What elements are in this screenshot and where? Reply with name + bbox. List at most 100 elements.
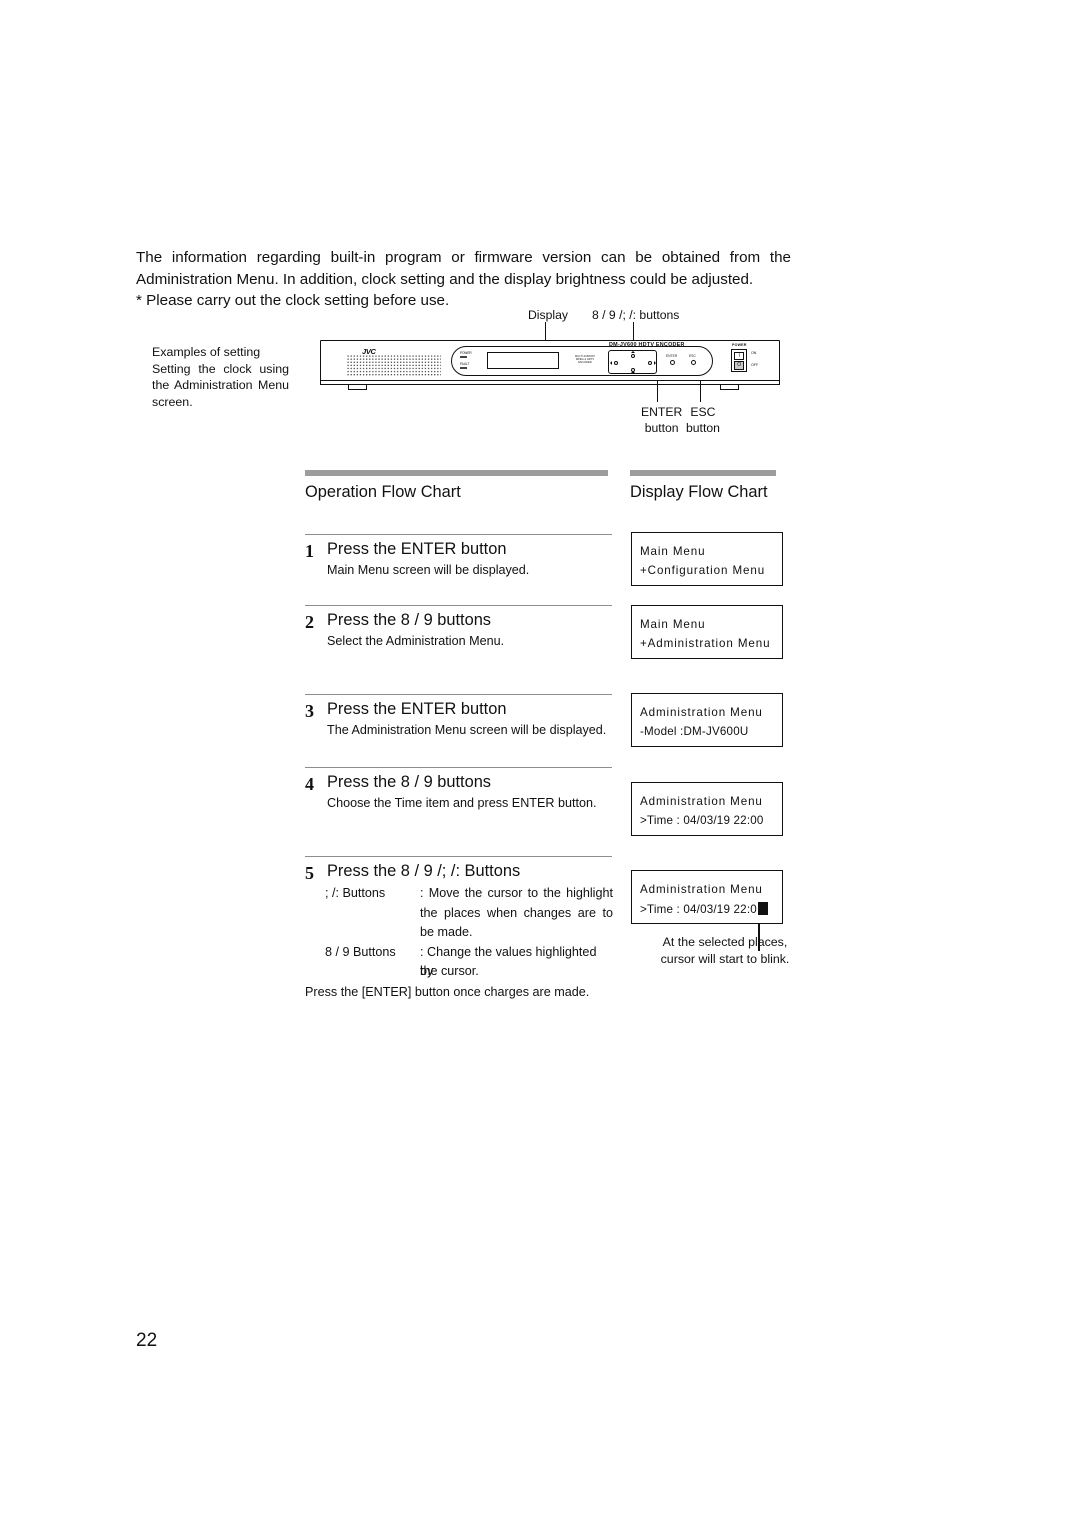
step-5-row-cursor-buttons: ; /: Buttons : Move the cursor to the hi…: [305, 884, 615, 904]
operation-flow-chart-title: Operation Flow Chart: [305, 483, 461, 501]
step-description: The Administration Menu screen will be d…: [327, 723, 607, 737]
display-box-1-line-2: +Configuration Menu: [640, 564, 766, 577]
device-chassis-base: [320, 380, 780, 385]
display-box-2: Main Menu +Administration Menu: [631, 605, 783, 659]
device-lcd-display: [487, 352, 559, 369]
power-led-indicator: [460, 355, 467, 359]
device-format-text: MULTI-FORMAT MPEG-2 HDTV ENCODER: [575, 355, 595, 365]
cursor-caption: At the selected places, cursor will star…: [655, 934, 795, 967]
display-box-2-line-2: +Administration Menu: [640, 637, 771, 650]
display-box-5-line-2-text: >Time : 04/03/19 22:0: [640, 903, 757, 916]
display-box-4-line-1: Administration Menu: [640, 795, 763, 808]
display-box-4: Administration Menu >Time : 04/03/19 22:…: [631, 782, 783, 836]
example-note-line-3: the Administration Menu: [152, 378, 289, 393]
arrow-left-icon: [609, 361, 612, 366]
button-down[interactable]: [631, 368, 635, 372]
display-box-3: Administration Menu -Model :DM-JV600U: [631, 693, 783, 747]
step-divider: [305, 605, 612, 607]
step-5-row-1-value-line-3: be made.: [420, 925, 473, 940]
step-description: Select the Administration Menu.: [327, 634, 505, 648]
step-5-row-1-cont-a: the places when changes are to: [305, 904, 615, 924]
step-divider: [305, 856, 612, 858]
arrow-right-icon: [653, 361, 656, 366]
step-5-row-2-cont: the cursor.: [305, 962, 615, 982]
enter-button-callout-word: button: [644, 421, 679, 435]
display-box-3-line-2: -Model :DM-JV600U: [640, 725, 749, 738]
button-left[interactable]: [614, 361, 618, 365]
button-right[interactable]: [648, 361, 652, 365]
power-rocker-switch[interactable]: I O: [731, 349, 747, 372]
example-note-line-1: Examples of setting: [152, 345, 261, 359]
fault-led-label: FAULT: [460, 362, 470, 366]
display-flow-chart-bar: [630, 470, 776, 476]
step-number: 1: [305, 541, 314, 561]
step-5-row-2-value-line-2: the cursor.: [420, 964, 479, 979]
step-5-row-1-key: ; /: Buttons: [325, 886, 386, 900]
step-5-row-1-value-line-2: the places when changes are to: [420, 905, 613, 920]
step-divider: [305, 767, 612, 769]
display-box-3-line-1: Administration Menu: [640, 706, 763, 719]
step-heading: Press the 8 / 9 buttons: [327, 773, 492, 791]
display-box-2-line-1: Main Menu: [640, 618, 706, 631]
step-divider: [305, 534, 612, 536]
step-5-row-2-key: 8 / 9 Buttons: [325, 944, 396, 959]
callout-buttons-label: 8 / 9 /; /: buttons: [592, 308, 680, 322]
step-heading: Press the ENTER button: [327, 700, 507, 718]
power-switch-label: POWER: [732, 342, 747, 347]
step-5-row-1-cont-b: be made.: [305, 923, 615, 943]
step-number: 3: [305, 701, 314, 721]
step-heading: Press the ENTER button: [327, 540, 507, 558]
blinking-cursor-block: [757, 902, 768, 915]
esc-button-callout-name: ESC: [690, 405, 716, 419]
display-box-5: Administration Menu >Time : 04/03/19 22:…: [631, 870, 783, 924]
enter-button-callout-name: ENTER: [641, 405, 683, 419]
arrow-down-icon: [631, 372, 636, 375]
display-box-4-line-2: >Time : 04/03/19 22:00: [640, 814, 764, 827]
esc-button-callout: ESC button: [686, 404, 720, 436]
arrow-up-icon: [631, 351, 636, 353]
intro-line-1: The information regarding built-in progr…: [136, 249, 791, 266]
cursor-caption-line-1: At the selected places,: [662, 935, 788, 949]
step-5-row-1-value-line-1: : Move the cursor to the highlight: [420, 886, 613, 900]
step-description: Main Menu screen will be displayed.: [327, 563, 530, 577]
esc-button-callout-word: button: [686, 421, 720, 435]
callout-display-label: Display: [528, 308, 568, 322]
vent-grille: [347, 355, 441, 376]
step-number: 5: [305, 863, 314, 883]
step-5-final-note: Press the [ENTER] button once charges ar…: [305, 984, 590, 999]
step-5-row-value-buttons: 8 / 9 Buttons : Change the values highli…: [305, 943, 615, 979]
leader-line-esc: [700, 380, 701, 402]
device-foot-left: [348, 384, 367, 390]
device-foot-right: [720, 384, 739, 390]
power-rocker-off[interactable]: O: [734, 361, 745, 370]
step-number: 4: [305, 774, 314, 794]
step-heading: Press the 8 / 9 /; /: Buttons: [327, 862, 521, 880]
button-up[interactable]: [631, 353, 635, 358]
example-note-line-2: Setting the clock using: [152, 361, 289, 376]
power-on-label: ON: [751, 351, 757, 355]
display-flow-chart-title: Display Flow Chart: [630, 483, 768, 501]
power-off-label: OFF: [751, 363, 759, 367]
power-rocker-on[interactable]: I: [734, 351, 745, 361]
enter-button-callout: ENTER button: [641, 404, 682, 436]
esc-button-panel-label: ESC: [689, 354, 696, 358]
cursor-caption-line-2: cursor will start to blink.: [660, 951, 790, 966]
step-divider: [305, 694, 612, 696]
operation-flow-chart-bar: [305, 470, 608, 476]
page-number: 22: [136, 1330, 158, 1351]
direction-pad[interactable]: [608, 350, 657, 375]
display-box-1: Main Menu +Configuration Menu: [631, 532, 783, 586]
example-note-line-4: screen.: [152, 394, 193, 409]
intro-note: * Please carry out the clock setting bef…: [136, 292, 450, 309]
document-page: The information regarding built-in progr…: [0, 0, 1080, 1528]
display-box-5-line-1: Administration Menu: [640, 883, 763, 896]
intro-line-2: Administration Menu. In addition, clock …: [136, 270, 754, 288]
example-note: Examples of setting Setting the clock us…: [152, 344, 289, 410]
device-model-text: DM-JV600 HDTV ENCODER: [609, 342, 685, 348]
display-box-5-line-2: >Time : 04/03/19 22:0: [640, 902, 768, 916]
intro-paragraph: The information regarding built-in progr…: [136, 247, 791, 312]
step-heading: Press the 8 / 9 buttons: [327, 611, 492, 629]
leader-line-enter: [657, 380, 658, 402]
device-front-panel-illustration: JVC POWER FAULT MULTI-FORMAT MPEG-2 HDTV…: [320, 340, 780, 390]
display-box-1-line-1: Main Menu: [640, 545, 706, 558]
